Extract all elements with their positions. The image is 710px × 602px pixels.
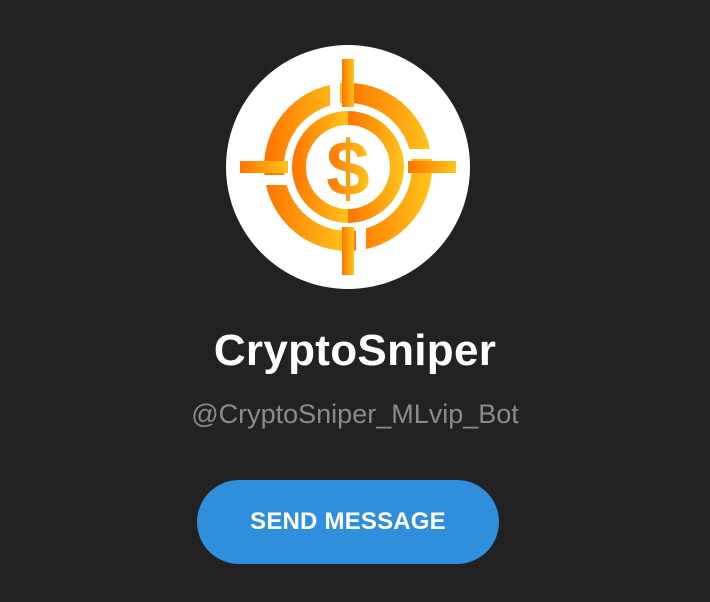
send-message-button[interactable]: SEND MESSAGE — [197, 480, 499, 564]
profile-username[interactable]: @CryptoSniper_MLvip_Bot — [0, 396, 710, 432]
svg-text:$: $ — [326, 124, 369, 212]
crosshair-dollar-icon: $ — [240, 59, 456, 275]
profile-name: CryptoSniper — [213, 326, 497, 375]
avatar[interactable]: $ — [226, 45, 470, 289]
